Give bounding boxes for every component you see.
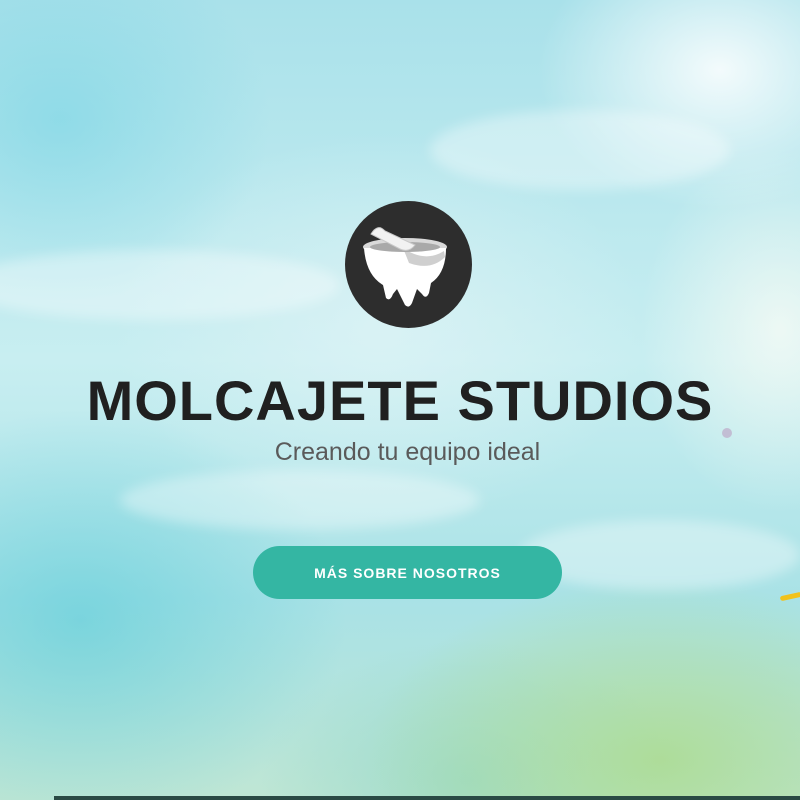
about-us-button[interactable]: MÁS SOBRE NOSOTROS <box>253 546 562 599</box>
molcajete-icon <box>363 227 447 307</box>
page-title: MOLCAJETE STUDIOS <box>86 369 714 432</box>
paint-streak <box>430 110 730 190</box>
paint-streak <box>520 520 800 590</box>
paint-streak <box>120 470 480 530</box>
logo <box>345 201 472 328</box>
tagline: Creando tu equipo ideal <box>274 438 541 466</box>
decorative-dot <box>722 428 732 438</box>
bottom-edge-bar <box>54 796 800 800</box>
hero-section: MOLCAJETE STUDIOS Creando tu equipo idea… <box>0 0 800 800</box>
paint-streak <box>0 250 340 320</box>
paint-mark <box>779 591 800 602</box>
